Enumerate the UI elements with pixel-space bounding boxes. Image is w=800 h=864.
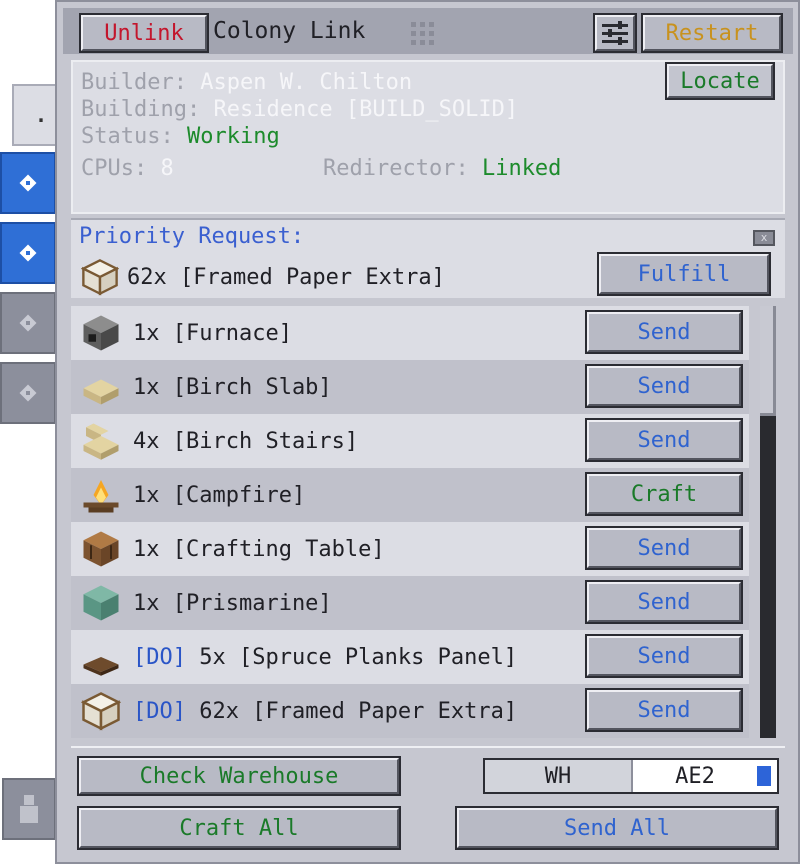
builder-name: Aspen W. Chilton: [200, 70, 413, 95]
furnace-icon: [83, 315, 119, 351]
toggle-ae2[interactable]: AE2: [635, 760, 755, 792]
cpus-line: CPUs: 8: [81, 156, 174, 181]
birch-stairs-icon: [83, 423, 119, 460]
request-list: 1x [Furnace] Send 1x [Birch Slab] Send 4…: [71, 306, 749, 738]
side-tab-citizen[interactable]: [2, 778, 56, 840]
crafting-table-icon: [83, 531, 119, 567]
cpus-value: 8: [160, 156, 174, 181]
restart-button[interactable]: Restart: [641, 13, 783, 53]
person-icon: [20, 795, 38, 823]
send-button[interactable]: Send: [585, 526, 743, 570]
side-tab-2[interactable]: [0, 222, 56, 284]
scrollbar-thumb[interactable]: [760, 306, 776, 416]
birch-slab-icon: [83, 379, 119, 405]
send-button[interactable]: Send: [585, 418, 743, 462]
list-item: 4x [Birch Stairs] Send: [71, 414, 749, 468]
priority-item: 62x [Framed Paper Extra]: [81, 258, 445, 296]
status-value: Working: [186, 124, 280, 149]
send-all-button[interactable]: Send All: [455, 806, 779, 850]
send-button[interactable]: Send: [585, 364, 743, 408]
craft-button[interactable]: Craft: [585, 472, 743, 516]
unlink-button[interactable]: Unlink: [79, 13, 209, 53]
spruce-panel-icon: [83, 657, 119, 676]
send-button[interactable]: Send: [585, 310, 743, 354]
framed-paper-icon: [81, 259, 119, 296]
source-toggle[interactable]: WH AE2: [483, 758, 779, 794]
check-warehouse-button[interactable]: Check Warehouse: [77, 756, 401, 796]
list-item: 1x [Furnace] Send: [71, 306, 749, 360]
close-icon[interactable]: x: [753, 230, 775, 246]
sliders-icon: [602, 21, 628, 45]
list-item: 1x [Campfire] Craft: [71, 468, 749, 522]
campfire-icon: [83, 480, 119, 513]
side-tab-4[interactable]: [0, 362, 56, 424]
framed-paper-icon: [81, 692, 121, 731]
side-tab-3[interactable]: [0, 292, 56, 354]
panel-title: Colony Link: [213, 18, 366, 44]
status-line: Status: Working: [81, 124, 280, 149]
send-button[interactable]: Send: [585, 688, 743, 732]
send-button[interactable]: Send: [585, 634, 743, 678]
drag-handle-icon[interactable]: [411, 22, 441, 46]
list-item: 1x [Birch Slab] Send: [71, 360, 749, 414]
diamond-icon: [17, 242, 39, 264]
priority-request: Priority Request: x 62x [Framed Paper Ex…: [71, 218, 785, 298]
diamond-icon: [17, 382, 39, 404]
diamond-icon: [17, 172, 39, 194]
building-name: Residence [BUILD_SOLID]: [213, 97, 519, 122]
diamond-icon: [17, 312, 39, 334]
list-item: [DO] 62x [Framed Paper Extra] Send: [71, 684, 749, 738]
side-tab-1[interactable]: [0, 152, 56, 214]
divider: [71, 746, 785, 748]
builder-info: Builder: Aspen W. Chilton Building: Resi…: [71, 60, 785, 214]
list-scrollbar[interactable]: [760, 306, 776, 738]
redirector-line: Redirector: Linked: [323, 156, 562, 181]
toggle-marker-icon: [757, 766, 771, 786]
locate-button[interactable]: Locate: [665, 62, 775, 100]
colony-link-panel: Unlink Colony Link Restart Builder: Aspe…: [55, 0, 800, 864]
list-item: [DO] 5x [Spruce Planks Panel] Send: [71, 630, 749, 684]
side-tab-overview-label: .: [34, 103, 48, 127]
fulfill-button[interactable]: Fulfill: [597, 252, 771, 296]
list-item: 1x [Crafting Table] Send: [71, 522, 749, 576]
prismarine-icon: [83, 585, 119, 621]
settings-button[interactable]: [593, 13, 637, 53]
toggle-wh[interactable]: WH: [485, 760, 633, 792]
building-line: Building: Residence [BUILD_SOLID]: [81, 97, 519, 122]
list-item: 1x [Prismarine] Send: [71, 576, 749, 630]
redirector-value: Linked: [481, 156, 562, 181]
header-bar: Unlink Colony Link Restart: [63, 8, 793, 54]
priority-item-text: 62x [Framed Paper Extra]: [127, 264, 445, 290]
send-button[interactable]: Send: [585, 580, 743, 624]
craft-all-button[interactable]: Craft All: [77, 806, 401, 850]
builder-line: Builder: Aspen W. Chilton: [81, 70, 413, 95]
priority-request-label: Priority Request:: [79, 224, 305, 249]
